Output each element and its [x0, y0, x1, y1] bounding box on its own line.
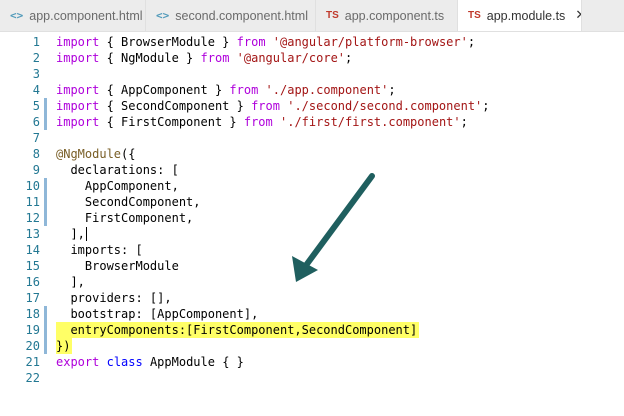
git-modified-marker — [44, 194, 47, 210]
code-line[interactable]: 22 — [0, 370, 624, 386]
git-modified-marker — [44, 338, 47, 354]
tab-label: second.component.html — [175, 8, 308, 23]
tab-label: app.component.html — [29, 8, 143, 23]
code-line[interactable]: 7 — [0, 130, 624, 146]
code-text: bootstrap: [AppComponent], — [56, 307, 259, 321]
tab-app-module-ts[interactable]: TS app.module.ts ✕ — [458, 0, 582, 31]
code-line[interactable]: 21 export class AppModule { } — [0, 354, 624, 370]
code-line[interactable]: 4 import { AppComponent } from './app.com… — [0, 82, 624, 98]
line-number: 16 — [25, 275, 40, 289]
code-line[interactable]: 13 ], — [0, 226, 624, 242]
close-icon[interactable]: ✕ — [575, 8, 581, 23]
html-file-icon: <> — [10, 9, 24, 22]
code-text: }) — [56, 338, 73, 354]
code-line[interactable]: 20}) — [0, 338, 624, 354]
html-file-icon: <> — [156, 9, 170, 22]
code-text: import { FirstComponent } from './first/… — [56, 115, 468, 129]
line-number: 5 — [32, 99, 40, 113]
tab-app-component-ts[interactable]: TS app.component.ts — [316, 0, 458, 31]
code-text: import { BrowserModule } from '@angular/… — [56, 35, 476, 49]
code-text: import { NgModule } from '@angular/core'… — [56, 51, 353, 65]
code-line[interactable]: 2 import { NgModule } from '@angular/core… — [0, 50, 624, 66]
git-modified-marker — [44, 306, 47, 322]
editor-tab-bar: <> app.component.html <> second.componen… — [0, 0, 624, 32]
line-number: 11 — [25, 195, 40, 209]
tab-label: app.component.ts — [344, 8, 445, 23]
code-line[interactable]: 10 AppComponent, — [0, 178, 624, 194]
code-text: imports: [ — [56, 243, 143, 257]
line-number: 12 — [25, 211, 40, 225]
code-text: import { AppComponent } from './app.comp… — [56, 83, 396, 97]
code-line[interactable]: 15 BrowserModule — [0, 258, 624, 274]
line-number: 4 — [32, 83, 40, 97]
code-text: ], — [56, 275, 85, 289]
line-number: 17 — [25, 291, 40, 305]
code-text: FirstComponent, — [56, 211, 194, 225]
line-number: 15 — [25, 259, 40, 273]
line-number: 2 — [32, 51, 40, 65]
code-line[interactable]: 14 imports: [ — [0, 242, 624, 258]
code-text: entryComponents:[FirstComponent,SecondCo… — [56, 322, 420, 338]
git-modified-marker — [44, 114, 47, 130]
code-line[interactable]: 6 import { FirstComponent } from './first… — [0, 114, 624, 130]
typescript-file-icon: TS — [326, 10, 339, 21]
code-line[interactable]: 12 FirstComponent, — [0, 210, 624, 226]
git-modified-marker — [44, 98, 47, 114]
code-line[interactable]: 18 bootstrap: [AppComponent], — [0, 306, 624, 322]
code-line[interactable]: 8 @NgModule({ — [0, 146, 624, 162]
code-line[interactable]: 3 — [0, 66, 624, 82]
code-line[interactable]: 19 entryComponents:[FirstComponent,Secon… — [0, 322, 624, 338]
git-modified-marker — [44, 210, 47, 226]
typescript-file-icon: TS — [468, 10, 481, 21]
code-line[interactable]: 5 import { SecondComponent } from './seco… — [0, 98, 624, 114]
code-text: SecondComponent, — [56, 195, 201, 209]
code-line[interactable]: 1 import { BrowserModule } from '@angular… — [0, 34, 624, 50]
code-line[interactable]: 9 declarations: [ — [0, 162, 624, 178]
line-number: 21 — [25, 355, 40, 369]
code-text: declarations: [ — [56, 163, 179, 177]
line-number: 3 — [32, 67, 40, 81]
git-modified-marker — [44, 178, 47, 194]
line-number: 22 — [25, 371, 40, 385]
line-number: 18 — [25, 307, 40, 321]
line-number: 9 — [32, 163, 40, 177]
line-number: 20 — [25, 339, 40, 353]
tab-label: app.module.ts — [486, 8, 566, 23]
line-number: 6 — [32, 115, 40, 129]
code-text: BrowserModule — [56, 259, 179, 273]
code-text: ], — [56, 227, 87, 241]
code-text: import { SecondComponent } from './secon… — [56, 99, 490, 113]
code-text: AppComponent, — [56, 179, 179, 193]
text-cursor — [85, 227, 87, 241]
line-number: 19 — [25, 323, 40, 337]
code-editor[interactable]: 1 import { BrowserModule } from '@angular… — [0, 32, 624, 416]
line-number: 7 — [32, 131, 40, 145]
git-modified-marker — [44, 322, 47, 338]
line-number: 10 — [25, 179, 40, 193]
code-line[interactable]: 17 providers: [], — [0, 290, 624, 306]
line-number: 1 — [32, 35, 40, 49]
tab-app-component-html[interactable]: <> app.component.html — [0, 0, 146, 31]
line-number: 13 — [25, 227, 40, 241]
line-number: 8 — [32, 147, 40, 161]
code-text: export class AppModule { } — [56, 355, 244, 369]
code-text: @NgModule({ — [56, 147, 136, 161]
code-line[interactable]: 16 ], — [0, 274, 624, 290]
line-number: 14 — [25, 243, 40, 257]
tab-second-component-html[interactable]: <> second.component.html — [146, 0, 316, 31]
code-text: providers: [], — [56, 291, 172, 305]
code-line[interactable]: 11 SecondComponent, — [0, 194, 624, 210]
